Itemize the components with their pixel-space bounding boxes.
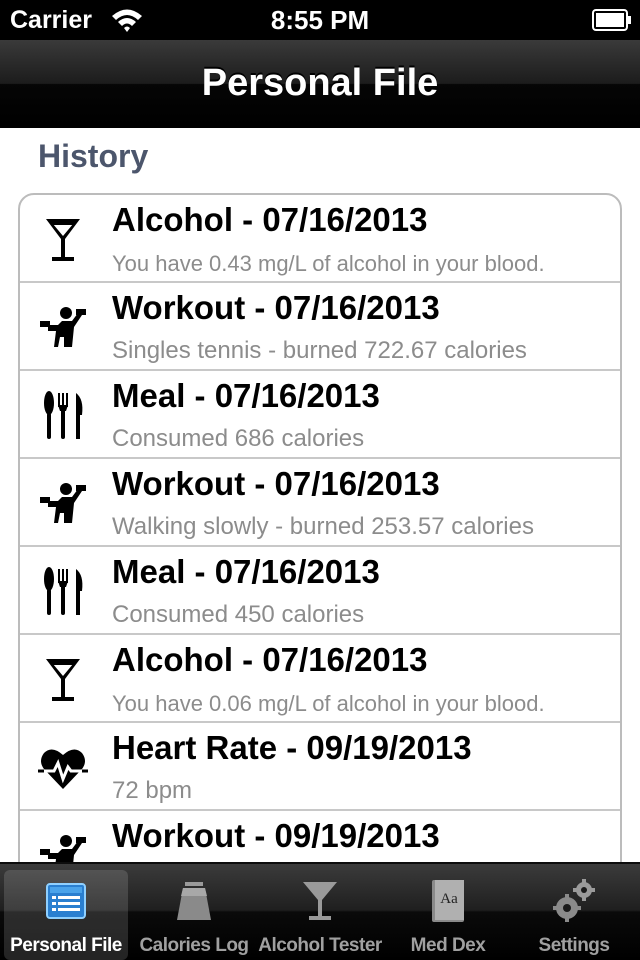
cocktail-icon: [36, 653, 90, 707]
section-header-history: History: [38, 138, 149, 174]
history-table[interactable]: History Alcohol - 07/16/2013 You have 0.…: [0, 128, 640, 862]
history-row-subtitle: 72 bpm: [112, 777, 193, 804]
tab-med-dex[interactable]: Aa Med Dex: [386, 870, 510, 960]
history-row[interactable]: Meal - 07/16/2013 Consumed 686 calories: [20, 371, 620, 459]
history-row-subtitle: Consumed 450 calories: [112, 601, 365, 628]
tab-label: Alcohol Tester: [258, 935, 382, 956]
utensils-icon: [36, 565, 90, 619]
history-row-title: Workout - 07/16/2013: [112, 289, 440, 326]
history-row-title: Heart Rate - 09/19/2013: [112, 729, 472, 766]
cocktail-glass-icon: [295, 876, 345, 926]
history-row-title: Workout - 09/19/2013: [112, 817, 440, 854]
history-row-subtitle: Singles tennis - burned 722.67 calories: [112, 337, 527, 364]
status-time: 8:55 PM: [270, 5, 370, 35]
tab-personal-file[interactable]: Personal File: [4, 870, 128, 960]
history-row[interactable]: Workout - 09/19/2013: [20, 811, 620, 862]
tab-calories-log[interactable]: Calories Log: [132, 870, 256, 960]
tab-label: Settings: [538, 935, 610, 956]
history-row[interactable]: Alcohol - 07/16/2013 You have 0.06 mg/L …: [20, 635, 620, 723]
svg-text:Aa: Aa: [440, 891, 458, 907]
history-row[interactable]: Workout - 07/16/2013 Walking slowly - bu…: [20, 459, 620, 547]
battery-icon: [592, 9, 632, 31]
history-row-subtitle: Walking slowly - burned 253.57 calories: [112, 513, 534, 540]
history-row[interactable]: Workout - 07/16/2013 Singles tennis - bu…: [20, 283, 620, 371]
history-row[interactable]: Heart Rate - 09/19/2013 72 bpm: [20, 723, 620, 811]
history-row-title: Meal - 07/16/2013: [112, 377, 380, 414]
page-title: Personal File: [201, 62, 439, 104]
tab-label: Calories Log: [139, 935, 249, 956]
utensils-icon: [36, 389, 90, 443]
tab-bar: Personal File Calories Log Alcohol Teste…: [0, 862, 640, 960]
history-row-subtitle: Consumed 686 calories: [112, 425, 365, 452]
tab-label: Med Dex: [410, 935, 486, 956]
tab-alcohol-tester[interactable]: Alcohol Tester: [258, 870, 382, 960]
status-bar: Carrier 8:55 PM: [0, 0, 640, 40]
history-row[interactable]: Meal - 07/16/2013 Consumed 450 calories: [20, 547, 620, 635]
personal-file-icon: [41, 876, 91, 926]
cocktail-icon: [36, 213, 90, 267]
history-list: Alcohol - 07/16/2013 You have 0.43 mg/L …: [18, 193, 622, 862]
history-row-subtitle: You have 0.43 mg/L of alcohol in your bl…: [112, 251, 545, 276]
heart-rate-icon: [36, 741, 90, 795]
navigation-bar: Personal File: [0, 40, 640, 128]
workout-icon: [36, 301, 90, 355]
history-row-title: Workout - 07/16/2013: [112, 465, 440, 502]
workout-icon: [36, 829, 90, 862]
book-icon: Aa: [423, 876, 473, 926]
history-row-title: Meal - 07/16/2013: [112, 553, 380, 590]
history-row-subtitle: You have 0.06 mg/L of alcohol in your bl…: [112, 691, 545, 716]
history-row-title: Alcohol - 07/16/2013: [112, 201, 428, 238]
tab-label: Personal File: [10, 935, 122, 956]
scale-icon: [169, 876, 219, 926]
history-row-title: Alcohol - 07/16/2013: [112, 641, 428, 678]
gears-icon: [549, 876, 599, 926]
workout-icon: [36, 477, 90, 531]
history-row[interactable]: Alcohol - 07/16/2013 You have 0.43 mg/L …: [20, 195, 620, 283]
tab-settings[interactable]: Settings: [512, 870, 636, 960]
